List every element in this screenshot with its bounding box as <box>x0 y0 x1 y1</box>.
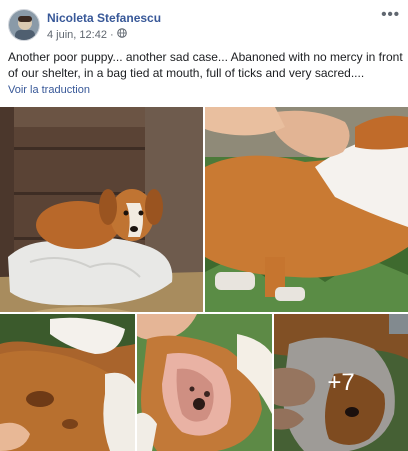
see-translation-link[interactable]: Voir la traduction <box>8 84 90 96</box>
more-options-icon[interactable]: ••• <box>381 6 400 23</box>
post-photo-5[interactable]: +7 <box>274 314 408 451</box>
globe-icon <box>116 28 127 41</box>
post-photo-4[interactable] <box>137 314 272 451</box>
author-name[interactable]: Nicoleta Stefanescu <box>47 11 161 25</box>
meta-separator: · <box>109 28 114 41</box>
post-photo-2[interactable] <box>205 107 408 312</box>
facebook-post: Nicoleta Stefanescu 4 juin, 12:42 · ••• … <box>0 0 408 451</box>
post-meta: 4 juin, 12:42 · <box>47 28 127 41</box>
post-timestamp[interactable]: 4 juin, 12:42 <box>47 29 107 41</box>
post-photo-1[interactable] <box>0 107 203 312</box>
post-photo-3[interactable] <box>0 314 135 451</box>
avatar[interactable] <box>8 9 40 41</box>
post-text: Another poor puppy... another sad case..… <box>8 50 403 80</box>
more-photos-count[interactable]: +7 <box>274 314 408 451</box>
